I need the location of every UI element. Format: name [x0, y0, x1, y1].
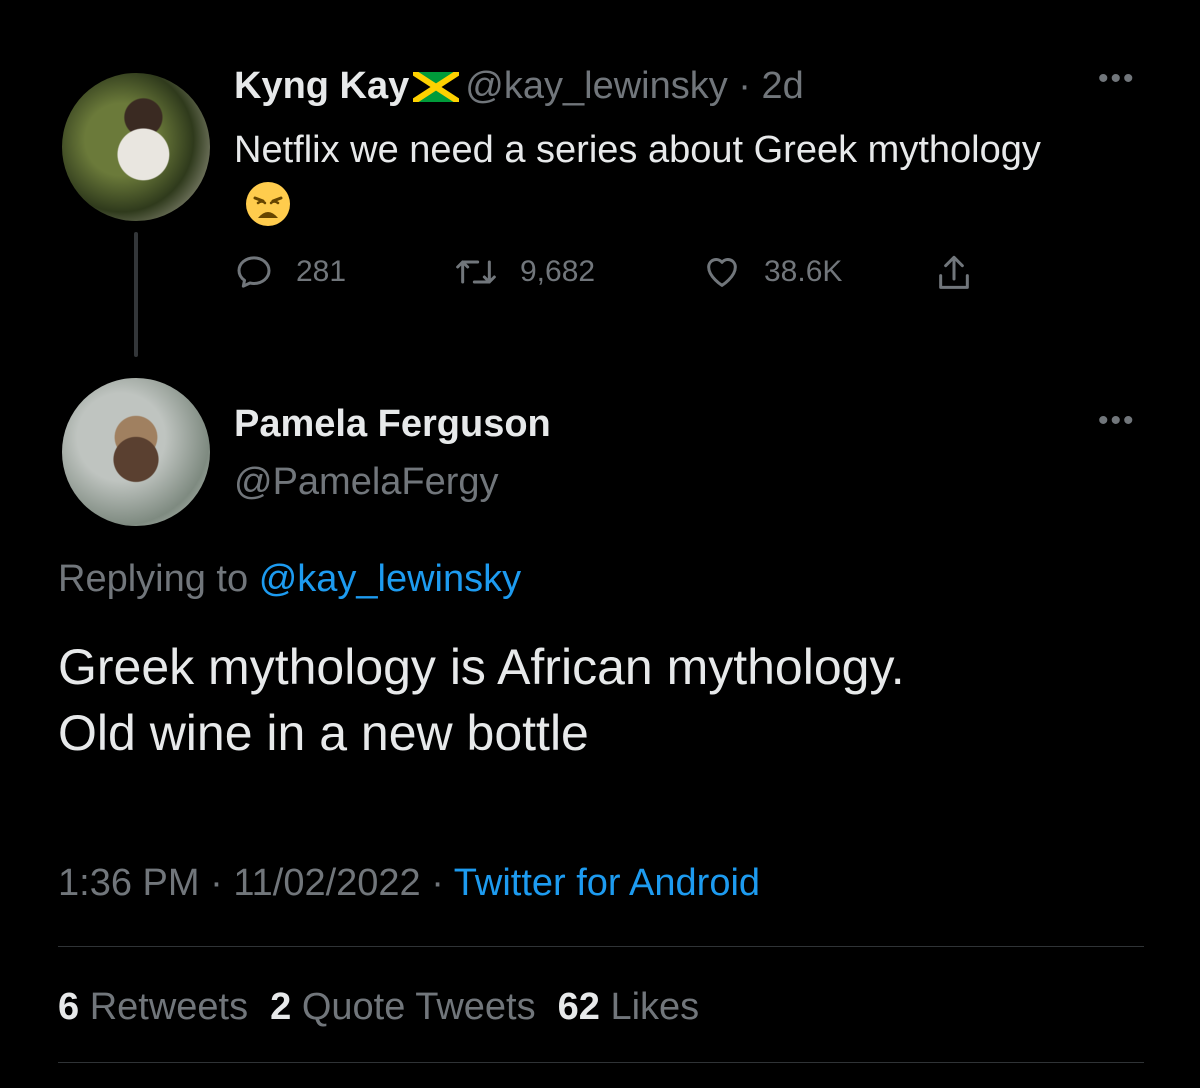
separator-dot: · — [431, 862, 444, 904]
tweet-time[interactable]: 2d — [762, 65, 804, 107]
jamaica-flag-icon — [411, 68, 461, 112]
tweet-source-link[interactable]: Twitter for Android — [454, 862, 760, 904]
tweet-actions: 281 9,682 38.6K — [234, 252, 994, 304]
tweet-metadata: 1:36 PM · 11/02/2022 · Twitter for Andro… — [58, 860, 760, 906]
tweet-text: Netflix we need a series about Greek myt… — [234, 122, 1094, 244]
like-button[interactable]: 38.6K — [702, 252, 842, 292]
replying-prefix: Replying to — [58, 558, 249, 600]
quote-tweets-label: Quote Tweets — [301, 986, 536, 1028]
likes-stat[interactable]: 62 Likes — [558, 986, 700, 1028]
retweets-stat[interactable]: 6 Retweets — [58, 986, 248, 1028]
more-options-icon[interactable]: ••• — [1098, 62, 1136, 96]
separator-dot: · — [738, 65, 751, 107]
separator-dot: · — [210, 862, 223, 904]
likes-count: 62 — [557, 986, 600, 1028]
tweet-text-content: Netflix we need a series about Greek myt… — [234, 129, 1041, 171]
like-count: 38.6K — [764, 255, 843, 288]
weary-face-emoji-icon — [244, 180, 292, 244]
author-handle[interactable]: @kay_lewinsky — [465, 65, 727, 107]
retweets-label: Retweets — [89, 986, 249, 1028]
thread-connector-line — [134, 232, 138, 357]
more-options-icon[interactable]: ••• — [1098, 404, 1136, 438]
avatar-pamela-ferguson[interactable] — [62, 378, 210, 526]
reply-count: 281 — [296, 255, 347, 288]
replying-to: Replying to @kay_lewinsky — [58, 556, 521, 602]
reply-button[interactable]: 281 — [234, 252, 346, 292]
tweet-date[interactable]: 11/02/2022 — [233, 862, 420, 904]
reply-author-handle[interactable]: @PamelaFergy — [234, 460, 499, 504]
retweet-icon — [456, 260, 496, 284]
author-name[interactable]: Kyng Kay — [234, 65, 409, 107]
reply-tweet-text: Greek mythology is African mythology. Ol… — [58, 634, 1158, 766]
reply-text-line-2: Old wine in a new bottle — [58, 705, 589, 761]
share-button[interactable] — [934, 252, 974, 296]
tweet-header: Kyng Kay @kay_lewinsky · 2d — [234, 64, 804, 112]
tweet-stats: 6 Retweets 2 Quote Tweets 62 Likes — [58, 984, 699, 1030]
reply-text-line-1: Greek mythology is African mythology. — [58, 639, 905, 695]
reply-author-name[interactable]: Pamela Ferguson — [234, 402, 551, 446]
reply-icon — [237, 256, 271, 288]
divider — [58, 946, 1144, 947]
divider — [58, 1062, 1144, 1063]
retweet-button[interactable]: 9,682 — [454, 252, 595, 292]
quote-tweets-stat[interactable]: 2 Quote Tweets — [270, 986, 535, 1028]
share-icon — [939, 255, 969, 289]
replying-mention-link[interactable]: @kay_lewinsky — [259, 558, 521, 600]
quote-tweets-count: 2 — [270, 986, 292, 1028]
retweets-count: 6 — [58, 986, 80, 1028]
tweet-timestamp[interactable]: 1:36 PM — [58, 862, 200, 904]
avatar-kyng-kay[interactable] — [62, 73, 210, 221]
retweet-count: 9,682 — [520, 255, 596, 288]
heart-icon — [707, 258, 737, 287]
likes-label: Likes — [610, 986, 700, 1028]
